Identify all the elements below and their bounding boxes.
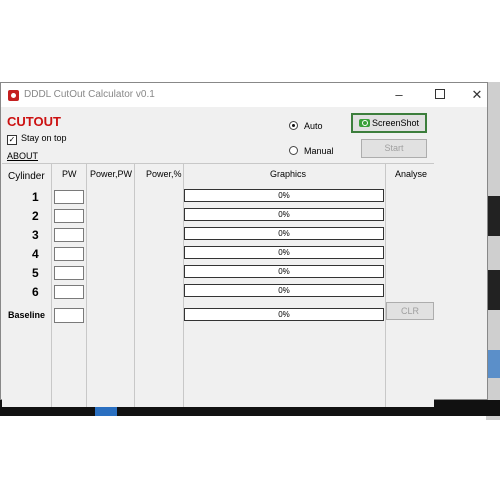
maximize-icon xyxy=(435,89,445,99)
baseline-label: Baseline xyxy=(8,310,46,320)
background-window-blue xyxy=(486,350,500,378)
progress-bar: 0% xyxy=(184,208,384,221)
manual-label: Manual xyxy=(304,146,334,156)
divider xyxy=(385,163,386,407)
cylinder-label: 1 xyxy=(32,190,39,204)
app-icon xyxy=(8,90,19,101)
radio-selected-icon xyxy=(289,121,298,130)
clr-button[interactable]: CLR xyxy=(386,302,434,320)
header-graphics: Graphics xyxy=(270,169,307,179)
header-power-pct: Power,% xyxy=(146,169,182,179)
divider xyxy=(86,163,87,407)
radio-empty-icon xyxy=(289,146,298,155)
cylinder-table: Cylinder PW Power,PW Power,% Graphics An… xyxy=(2,163,434,407)
pw-input[interactable] xyxy=(54,266,84,280)
baseline-pw-input[interactable] xyxy=(54,308,84,323)
progress-bar: 0% xyxy=(184,284,384,297)
background-window-dark xyxy=(486,270,500,310)
minimize-button[interactable]: – xyxy=(384,85,414,105)
header-analyse: Analyse xyxy=(395,169,428,179)
close-button[interactable]: ✕ xyxy=(462,85,492,105)
divider xyxy=(51,163,52,407)
title-bar[interactable]: DDDL CutOut Calculator v0.1 – ✕ xyxy=(1,83,487,107)
pw-input[interactable] xyxy=(54,228,84,242)
progress-bar: 0% xyxy=(184,189,384,202)
stay-on-top-checkbox[interactable]: ✓ Stay on top xyxy=(7,133,67,145)
header-power-pw: Power,PW xyxy=(90,169,133,179)
progress-bar: 0% xyxy=(184,246,384,259)
manual-radio[interactable]: Manual xyxy=(289,146,334,156)
pw-input[interactable] xyxy=(54,285,84,299)
cylinder-label: 6 xyxy=(32,285,39,299)
progress-bar: 0% xyxy=(184,227,384,240)
background-window-dark xyxy=(486,196,500,236)
divider xyxy=(2,163,434,164)
cylinder-label: 4 xyxy=(32,247,39,261)
auto-radio[interactable]: Auto xyxy=(289,121,323,131)
progress-bar: 0% xyxy=(184,265,384,278)
camera-icon xyxy=(358,119,370,127)
screenshot-button[interactable]: ScreenShot xyxy=(351,113,427,133)
app-window: DDDL CutOut Calculator v0.1 – ✕ CUTOUT ✓… xyxy=(0,82,488,407)
stay-on-top-label: Stay on top xyxy=(21,133,67,143)
start-button[interactable]: Start xyxy=(361,139,427,158)
divider xyxy=(134,163,135,407)
auto-label: Auto xyxy=(304,121,323,131)
cylinder-label: 3 xyxy=(32,228,39,242)
pw-input[interactable] xyxy=(54,190,84,204)
header-cylinder: Cylinder xyxy=(8,171,45,182)
cylinder-label: 5 xyxy=(32,266,39,280)
checkmark-icon: ✓ xyxy=(7,135,17,145)
maximize-button[interactable] xyxy=(425,85,455,105)
cylinder-label: 2 xyxy=(32,209,39,223)
pw-input[interactable] xyxy=(54,247,84,261)
screenshot-label: ScreenShot xyxy=(371,118,420,128)
app-name: CUTOUT xyxy=(7,114,61,129)
window-title: DDDL CutOut Calculator v0.1 xyxy=(24,89,155,100)
pw-input[interactable] xyxy=(54,209,84,223)
baseline-progress-bar: 0% xyxy=(184,308,384,321)
about-link[interactable]: ABOUT xyxy=(7,151,38,161)
header-pw: PW xyxy=(62,169,77,179)
